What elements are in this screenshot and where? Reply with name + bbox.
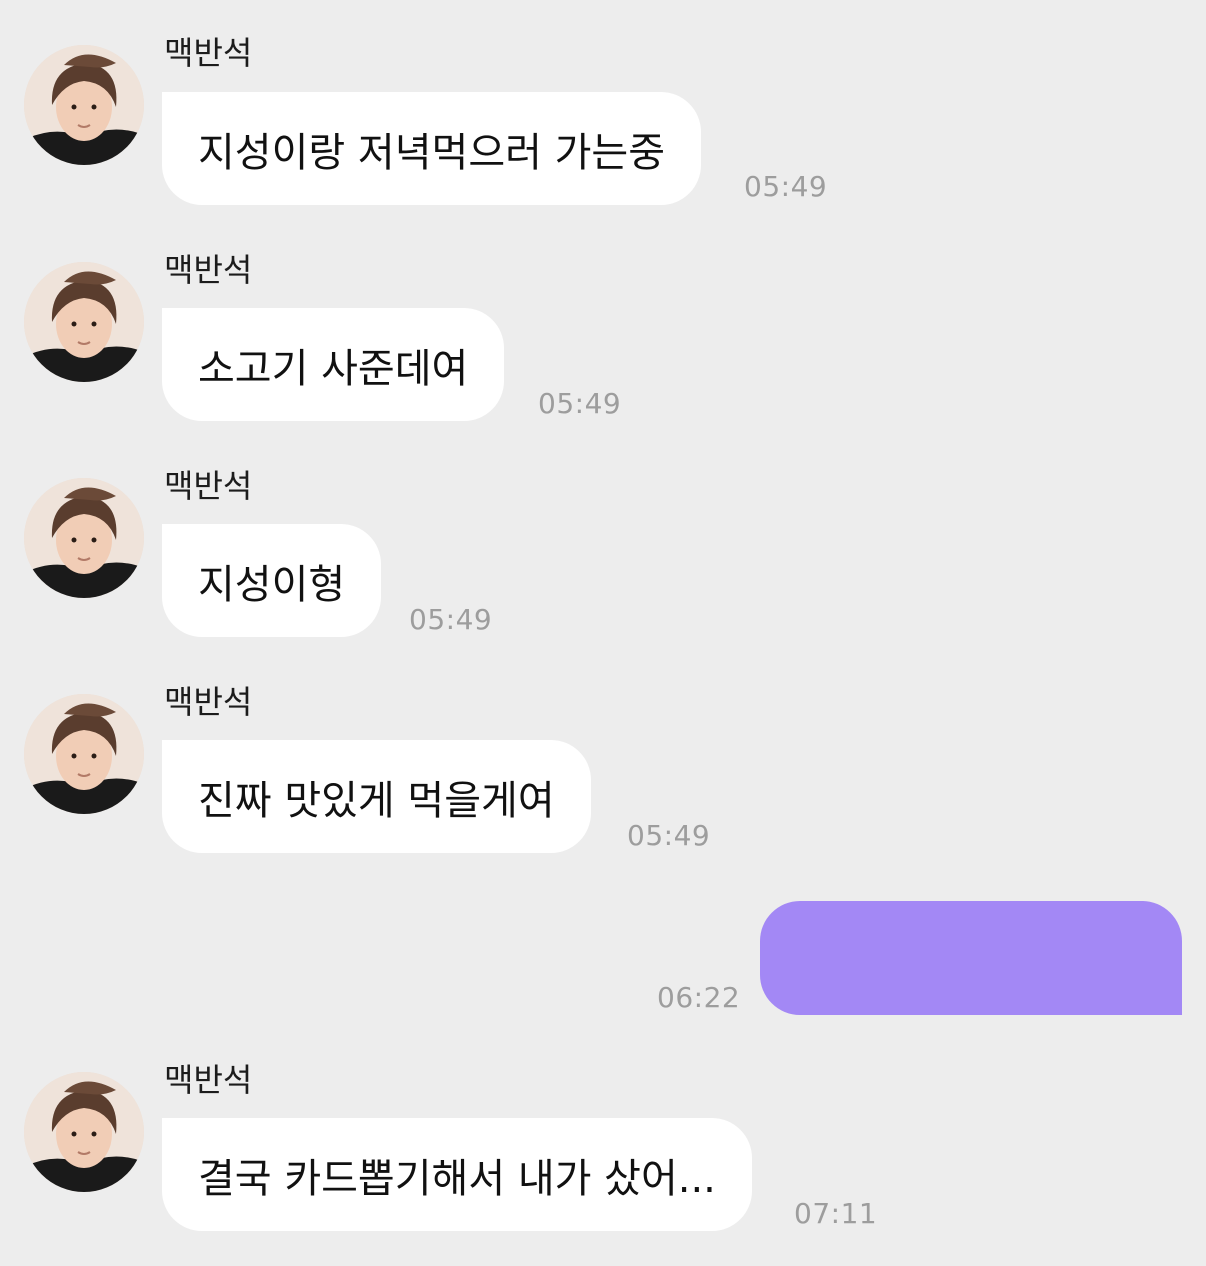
sent-message-bubble[interactable] [760,901,1182,1015]
message-bubble[interactable]: 소고기 사준데여 [162,308,505,421]
message-time: 05:49 [409,603,493,636]
avatar[interactable] [24,45,144,165]
message-time: 05:49 [744,170,828,203]
message-bubble[interactable]: 지성이랑 저녁먹으러 가는중 [162,92,702,205]
message-time: 06:22 [657,981,741,1014]
sender-name: 맥반석 [164,34,253,72]
avatar[interactable] [24,694,144,814]
message-time: 05:49 [538,387,622,420]
sender-name: 맥반석 [164,1061,253,1099]
profile-photo-icon [24,478,144,598]
avatar[interactable] [24,262,144,382]
message-time: 05:49 [627,819,711,852]
avatar[interactable] [24,478,144,598]
profile-photo-icon [24,694,144,814]
profile-photo-icon [24,1072,144,1192]
profile-photo-icon [24,45,144,165]
message-bubble[interactable]: 결국 카드뽑기해서 내가 샀어... [162,1118,752,1231]
sender-name: 맥반석 [164,683,253,721]
avatar[interactable] [24,1072,144,1192]
message-bubble[interactable]: 지성이형 [162,524,382,637]
profile-photo-icon [24,262,144,382]
sender-name: 맥반석 [164,467,253,505]
sender-name: 맥반석 [164,251,253,289]
message-bubble[interactable]: 진짜 맛있게 먹을게여 [162,740,591,853]
message-time: 07:11 [794,1197,878,1230]
